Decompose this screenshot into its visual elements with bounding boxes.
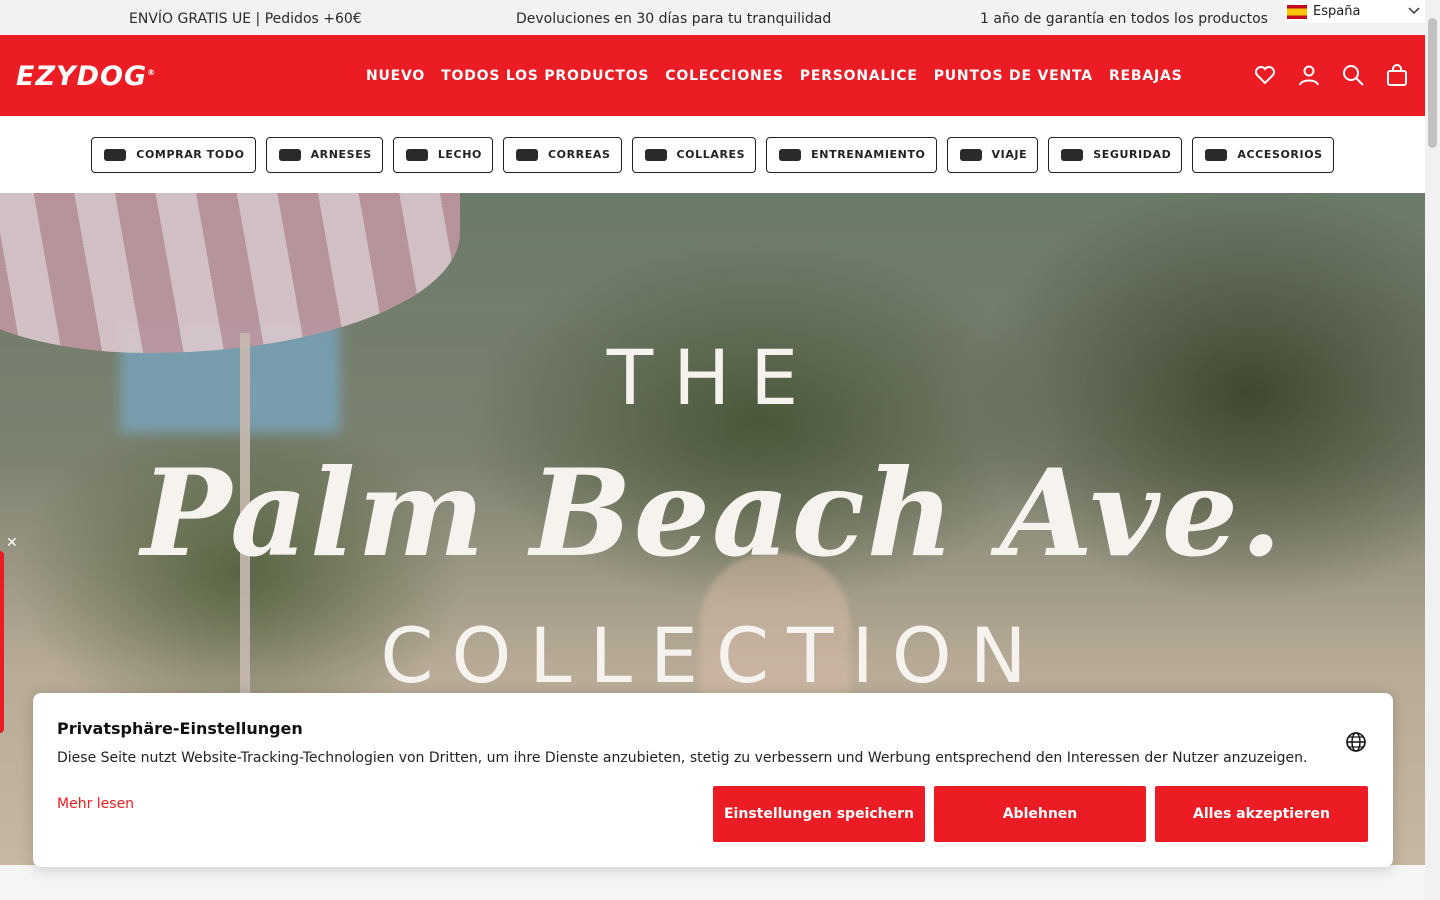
harness-icon	[278, 148, 301, 161]
category-lecho[interactable]: LECHO	[392, 136, 493, 173]
category-collares[interactable]: COLLARES	[631, 136, 757, 173]
category-viaje[interactable]: VIAJE	[946, 136, 1039, 173]
bag-icon[interactable]	[1385, 63, 1409, 87]
scrollbar[interactable]	[1425, 0, 1440, 900]
returns-text: Devoluciones en 30 días para tu tranquil…	[516, 11, 832, 27]
category-accesorios[interactable]: ACCESORIOS	[1192, 136, 1334, 173]
cookie-text: Diese Seite nutzt Website-Tracking-Techn…	[57, 750, 1308, 766]
cookie-title: Privatsphäre-Einstellungen	[57, 719, 303, 738]
hero-umbrella	[0, 193, 460, 353]
nav-colecciones[interactable]: COLECCIONES	[665, 68, 783, 84]
collar-icon	[644, 148, 667, 161]
travel-icon	[959, 148, 982, 161]
spain-flag-icon	[1287, 4, 1307, 19]
hero-title-collection: COLLECTION	[380, 611, 1045, 700]
nav-rebajas[interactable]: REBAJAS	[1109, 68, 1183, 84]
accept-all-button[interactable]: Alles akzeptieren	[1155, 786, 1368, 842]
main-nav: NUEVO TODOS LOS PRODUCTOS COLECCIONES PE…	[366, 68, 1183, 84]
cookie-banner: Privatsphäre-Einstellungen Diese Seite n…	[33, 693, 1393, 867]
close-icon[interactable]: ✕	[6, 535, 18, 551]
nav-personalice[interactable]: PERSONALICE	[800, 68, 918, 84]
nav-todos-los-productos[interactable]: TODOS LOS PRODUCTOS	[441, 68, 649, 84]
nav-puntos-de-venta[interactable]: PUNTOS DE VENTA	[934, 68, 1093, 84]
features-strip	[0, 865, 1425, 900]
globe-icon[interactable]	[1345, 731, 1367, 753]
scrollbar-thumb[interactable]	[1428, 18, 1437, 148]
account-icon[interactable]	[1297, 63, 1321, 87]
safety-icon	[1061, 148, 1084, 161]
chevron-down-icon	[1408, 7, 1420, 15]
category-correas[interactable]: CORREAS	[502, 136, 622, 173]
header-icons	[1253, 63, 1409, 87]
training-icon	[779, 148, 802, 161]
announcement-bar: ENVÍO GRATIS UE | Pedidos +60€ Devolucio…	[0, 0, 1425, 35]
category-seguridad[interactable]: SEGURIDAD	[1048, 136, 1183, 173]
save-settings-button[interactable]: Einstellungen speichern	[713, 786, 925, 842]
hero-title-palm-beach: Palm Beach Ave.	[141, 443, 1284, 584]
leash-icon	[515, 148, 538, 161]
reject-button[interactable]: Ablehnen	[934, 786, 1146, 842]
site-header: EZYDOG® NUEVO TODOS LOS PRODUCTOS COLECC…	[0, 35, 1425, 116]
hero-title-the: THE	[606, 333, 819, 422]
language-selector[interactable]: España	[1285, 0, 1425, 23]
ezydog-logo[interactable]: EZYDOG®	[16, 61, 156, 92]
accessories-icon	[1205, 148, 1228, 161]
side-tab[interactable]	[0, 551, 4, 733]
read-more-link[interactable]: Mehr lesen	[57, 796, 134, 812]
dog-icon	[104, 148, 127, 161]
warranty-text: 1 año de garantía en todos los productos	[980, 11, 1268, 27]
category-comprar-todo[interactable]: COMPRAR TODO	[91, 136, 256, 173]
heart-icon[interactable]	[1253, 63, 1277, 87]
category-entrenamiento[interactable]: ENTRENAMIENTO	[766, 136, 937, 173]
free-shipping-text: ENVÍO GRATIS UE | Pedidos +60€	[129, 11, 362, 27]
language-label: España	[1313, 4, 1361, 19]
nav-nuevo[interactable]: NUEVO	[366, 68, 425, 84]
bed-icon	[405, 148, 428, 161]
category-bar: COMPRAR TODO ARNESES LECHO CORREAS COLLA…	[0, 116, 1425, 193]
search-icon[interactable]	[1341, 63, 1365, 87]
category-arneses[interactable]: ARNESES	[265, 136, 383, 173]
